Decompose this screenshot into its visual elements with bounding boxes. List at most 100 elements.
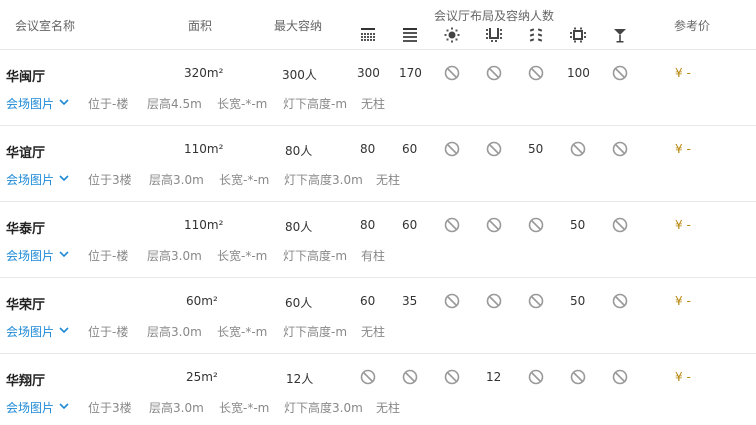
- room-price: ¥ -: [675, 142, 691, 156]
- room-ceiling-height: 层高3.0m: [149, 401, 204, 415]
- room-dimensions: 长宽-*-m: [219, 173, 270, 187]
- layout-u-shape-count: 12: [486, 370, 502, 384]
- room-pillar: 无柱: [376, 173, 401, 187]
- chevron-down-icon[interactable]: [59, 403, 69, 410]
- room-floor: 位于-楼: [88, 325, 129, 339]
- classroom-icon: [403, 28, 417, 42]
- room-light-height: 灯下高度3.0m: [284, 173, 363, 187]
- room-dimensions: 长宽-*-m: [217, 97, 268, 111]
- room-capacity: 80人: [285, 144, 313, 158]
- not-available-icon: [486, 65, 502, 81]
- room-floor: 位于3楼: [88, 401, 132, 415]
- table-row: 华荣厅 60m² 60人 60 35 50 ¥ - 会场图片 位于-楼 层高3.…: [0, 278, 756, 354]
- venue-photos-link[interactable]: 会场图片: [6, 399, 54, 416]
- not-available-icon: [528, 369, 544, 385]
- chevron-down-icon[interactable]: [59, 251, 69, 258]
- fishbone-icon: [529, 28, 543, 42]
- layout-theater-count: 80: [360, 218, 376, 232]
- room-floor: 位于-楼: [88, 97, 129, 111]
- layout-boardroom-count: 50: [570, 218, 586, 232]
- venue-photos-link[interactable]: 会场图片: [6, 171, 54, 188]
- venue-photos-link[interactable]: 会场图片: [6, 95, 54, 112]
- room-ceiling-height: 层高4.5m: [147, 97, 202, 111]
- table-row: 华泰厅 110m² 80人 80 60 50 ¥ - 会场图片 位于-楼 层高3…: [0, 202, 756, 278]
- layout-classroom-count: 60: [402, 142, 418, 156]
- room-area: 25m²: [186, 370, 218, 384]
- room-name: 华泰厅: [6, 222, 46, 237]
- not-available-icon: [612, 217, 628, 233]
- not-available-icon: [444, 217, 460, 233]
- not-available-icon: [486, 293, 502, 309]
- room-light-height: 灯下高度-m: [283, 325, 348, 339]
- col-header-capacity: 最大容纳: [274, 19, 323, 33]
- not-available-icon: [528, 65, 544, 81]
- room-dimensions: 长宽-*-m: [217, 249, 268, 263]
- chevron-down-icon[interactable]: [59, 327, 69, 334]
- room-pillar: 无柱: [361, 97, 386, 111]
- chevron-down-icon[interactable]: [59, 175, 69, 182]
- layout-theater-count: 300: [357, 66, 380, 80]
- not-available-icon: [528, 293, 544, 309]
- layout-boardroom-count: 50: [570, 294, 586, 308]
- not-available-icon: [570, 141, 586, 157]
- banquet-icon: [444, 27, 460, 43]
- layout-classroom-count: 170: [399, 66, 422, 80]
- boardroom-icon: [570, 27, 586, 43]
- room-light-height: 灯下高度-m: [283, 249, 348, 263]
- room-price: ¥ -: [675, 218, 691, 232]
- not-available-icon: [360, 369, 376, 385]
- room-pillar: 无柱: [361, 325, 386, 339]
- room-name: 华荣厅: [6, 298, 46, 313]
- venue-photos-link[interactable]: 会场图片: [6, 247, 54, 264]
- cocktail-icon: [614, 29, 626, 43]
- room-area: 60m²: [186, 294, 218, 308]
- not-available-icon: [612, 369, 628, 385]
- room-ceiling-height: 层高3.0m: [149, 173, 204, 187]
- not-available-icon: [444, 293, 460, 309]
- chevron-down-icon[interactable]: [59, 99, 69, 106]
- room-price: ¥ -: [675, 66, 691, 80]
- col-header-name: 会议室名称: [15, 19, 76, 33]
- not-available-icon: [402, 369, 418, 385]
- room-ceiling-height: 层高3.0m: [147, 249, 202, 263]
- layout-classroom-count: 35: [402, 294, 418, 308]
- not-available-icon: [612, 141, 628, 157]
- room-light-height: 灯下高度-m: [283, 97, 348, 111]
- theater-icon: [361, 28, 375, 41]
- not-available-icon: [444, 141, 460, 157]
- room-floor: 位于3楼: [88, 173, 132, 187]
- layout-theater-count: 60: [360, 294, 376, 308]
- not-available-icon: [612, 293, 628, 309]
- room-floor: 位于-楼: [88, 249, 129, 263]
- layout-boardroom-count: 100: [567, 66, 590, 80]
- col-header-price: 参考价: [674, 19, 711, 33]
- room-price: ¥ -: [675, 370, 691, 384]
- room-light-height: 灯下高度3.0m: [284, 401, 363, 415]
- layout-theater-count: 80: [360, 142, 376, 156]
- col-header-area: 面积: [188, 19, 213, 33]
- room-dimensions: 长宽-*-m: [219, 401, 270, 415]
- col-header-layout: 会议厅布局及容纳人数: [434, 9, 555, 23]
- u-shape-icon: [486, 28, 502, 42]
- not-available-icon: [612, 65, 628, 81]
- room-name: 华翔厅: [6, 374, 46, 389]
- room-capacity: 300人: [282, 68, 317, 82]
- venue-photos-link[interactable]: 会场图片: [6, 323, 54, 340]
- not-available-icon: [444, 65, 460, 81]
- room-ceiling-height: 层高3.0m: [147, 325, 202, 339]
- room-capacity: 60人: [285, 296, 313, 310]
- room-area: 110m²: [184, 142, 224, 156]
- layout-fishbone-count: 50: [528, 142, 544, 156]
- room-capacity: 80人: [285, 220, 313, 234]
- room-name: 华谊厅: [6, 146, 46, 161]
- table-row: 华谊厅 110m² 80人 80 60 50 ¥ - 会场图片 位于3楼 层高3…: [0, 126, 756, 202]
- table-row: 华翔厅 25m² 12人 12 ¥ - 会场图片 位于3楼 层高3.0m 长宽-…: [0, 354, 756, 425]
- room-area: 320m²: [184, 66, 224, 80]
- room-name: 华闽厅: [6, 70, 46, 85]
- not-available-icon: [486, 141, 502, 157]
- not-available-icon: [486, 217, 502, 233]
- room-pillar: 有柱: [361, 249, 386, 263]
- table-row: 华闽厅 320m² 300人 300 170 100 ¥ - 会场图片 位于-楼…: [0, 50, 756, 126]
- layout-classroom-count: 60: [402, 218, 418, 232]
- not-available-icon: [570, 369, 586, 385]
